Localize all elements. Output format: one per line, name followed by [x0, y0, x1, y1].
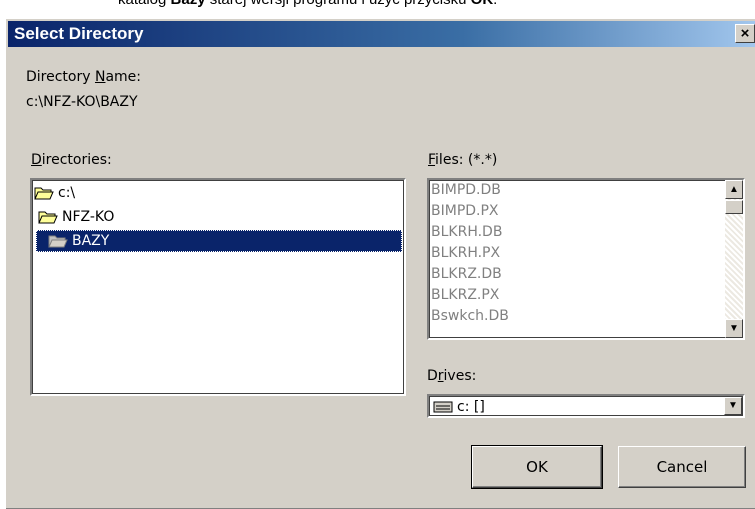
directory-name-label: Directory Name:: [26, 69, 141, 85]
chevron-down-icon: ▼: [728, 400, 738, 411]
label-part: ives:: [443, 368, 477, 384]
label-part: irectories:: [41, 152, 112, 168]
open-folder-icon: [48, 235, 68, 248]
ok-button[interactable]: OK: [471, 445, 603, 489]
label-part: iles: (*.*): [435, 152, 498, 168]
file-item[interactable]: BLKRH.PX: [431, 243, 500, 264]
dropdown-button[interactable]: ▼: [724, 397, 742, 415]
drive-value: c: []: [433, 398, 485, 416]
file-item[interactable]: BIMPD.PX: [431, 201, 499, 222]
directory-name: c:\: [58, 185, 76, 201]
label-accelerator: F: [428, 152, 436, 168]
directory-name-value: c:\NFZ-KO\BAZY: [26, 94, 138, 110]
cancel-button[interactable]: Cancel: [618, 446, 746, 488]
doc-bold-text: Bazy: [171, 0, 206, 8]
directories-label: Directories:: [31, 152, 112, 168]
dialog-title: Select Directory: [14, 24, 144, 43]
label-accelerator: D: [31, 152, 42, 168]
open-folder-icon: [38, 211, 58, 224]
doc-bold-text: OK: [471, 0, 494, 8]
drive-text: c: []: [457, 399, 485, 415]
doc-text-part: .: [493, 0, 497, 8]
directory-name: NFZ-KO: [62, 209, 115, 225]
arrow-up-icon: ▲: [729, 184, 739, 195]
files-list[interactable]: BIMPD.DB BIMPD.PX BLKRH.DB BLKRH.PX BLKR…: [427, 178, 745, 340]
open-folder-icon: [34, 187, 54, 200]
directory-name: BAZY: [72, 233, 110, 249]
drives-label: Drives:: [427, 368, 476, 384]
directory-item[interactable]: NFZ-KO: [38, 206, 114, 228]
directory-item-selected[interactable]: BAZY: [36, 230, 402, 252]
arrow-down-icon: ▼: [729, 323, 739, 334]
hard-drive-icon: [433, 401, 453, 413]
close-button[interactable]: ×: [735, 24, 755, 43]
drives-dropdown[interactable]: c: [] ▼: [427, 394, 745, 418]
close-icon: ×: [740, 25, 750, 42]
title-bar[interactable]: Select Directory ×: [8, 21, 755, 47]
label-part: Directory: [26, 69, 95, 85]
scroll-up-button[interactable]: ▲: [725, 180, 743, 199]
label-part: ame:: [105, 69, 142, 85]
file-item[interactable]: Bswkch.DB: [431, 306, 509, 327]
scroll-down-button[interactable]: ▼: [725, 319, 743, 338]
file-item[interactable]: BLKRZ.PX: [431, 285, 499, 306]
files-scrollbar[interactable]: ▲ ▼: [725, 180, 743, 338]
document-text: katalog Bazy starej wersji programu i uż…: [118, 0, 497, 9]
scroll-thumb[interactable]: [725, 200, 743, 214]
directories-list[interactable]: c:\ NFZ-KO BAZY: [30, 178, 406, 396]
doc-text-part: katalog: [118, 0, 171, 8]
file-item[interactable]: BLKRH.DB: [431, 222, 502, 243]
file-item[interactable]: BLKRZ.DB: [431, 264, 502, 285]
file-item[interactable]: BIMPD.DB: [431, 180, 501, 201]
directory-item[interactable]: c:\: [34, 182, 75, 204]
files-label: Files: (*.*): [428, 152, 497, 168]
doc-text-part: starej wersji programu i użyć przycisku: [206, 0, 471, 8]
label-part: D: [427, 368, 438, 384]
label-accelerator: N: [94, 69, 106, 85]
